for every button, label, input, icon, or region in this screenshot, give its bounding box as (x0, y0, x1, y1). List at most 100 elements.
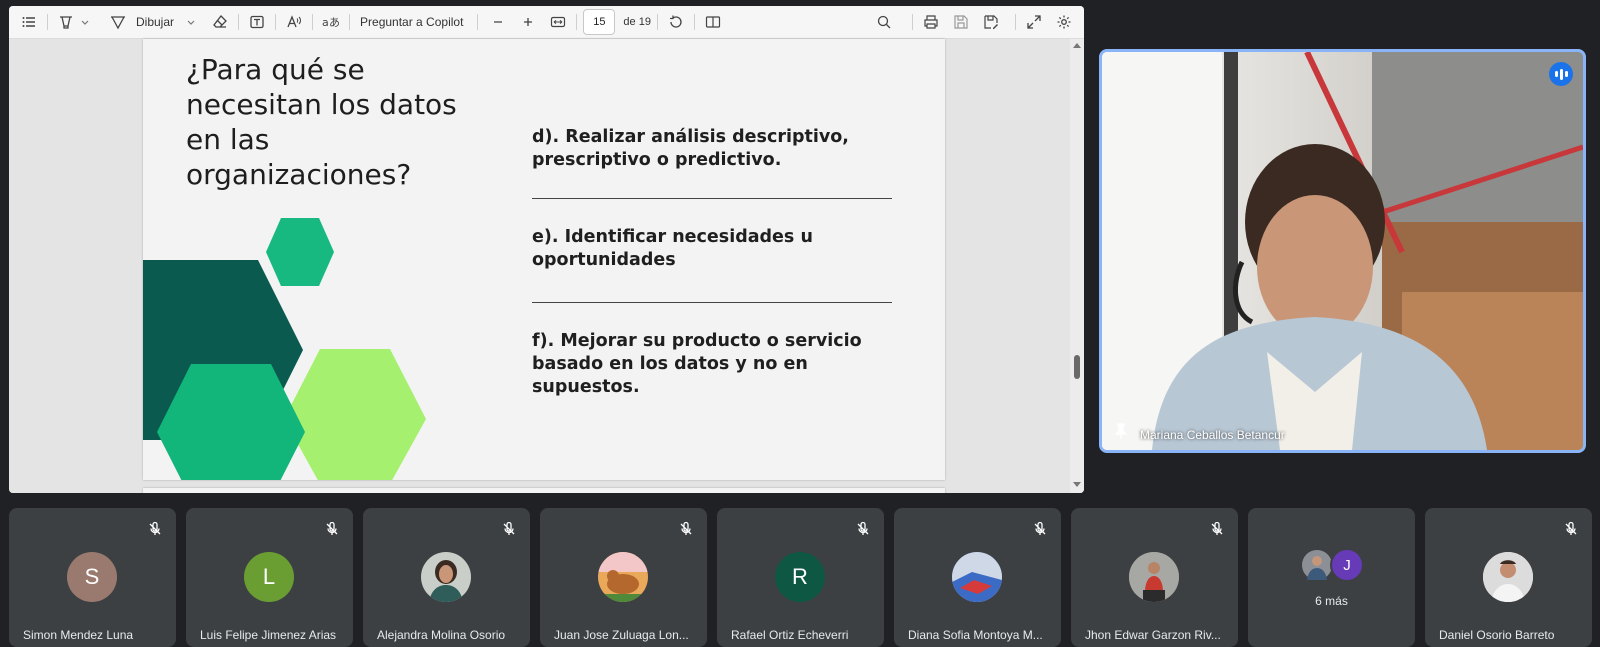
draw-icon[interactable] (106, 10, 130, 34)
avatar-initial: L (262, 564, 276, 589)
participant-name: Rafael Ortiz Echeverri (731, 628, 849, 642)
avatar-initial: S (84, 564, 100, 589)
ask-copilot-button[interactable]: Preguntar a Copilot (360, 15, 463, 29)
avatar-initial: J (1343, 556, 1351, 574)
chevron-down-icon[interactable] (184, 10, 198, 34)
mic-off-icon (856, 521, 870, 541)
more-participants-tile[interactable]: J 6 más (1248, 508, 1415, 647)
pin-icon[interactable] (1114, 423, 1128, 444)
avatar-photo (598, 552, 648, 602)
toolbar-divider (349, 14, 351, 30)
pdf-viewer: Dibujar aあ Preguntar a Copilot 15 de 19 … (9, 6, 1084, 493)
toolbar-divider (693, 14, 695, 30)
more-participants-avatars: J (1300, 548, 1364, 582)
zoom-out-icon[interactable] (486, 10, 510, 34)
participant-tile[interactable]: Jhon Edwar Garzon Riv... (1071, 508, 1238, 647)
avatar: R (775, 552, 825, 602)
contents-icon[interactable] (17, 10, 41, 34)
page-total: de 19 (623, 16, 651, 28)
pdf-document-area[interactable]: ¿Para qué se necesitan los datos en las … (9, 39, 1084, 493)
svg-text:a: a (322, 16, 329, 29)
scroll-down-icon[interactable] (1073, 482, 1081, 487)
save-icon[interactable] (949, 10, 973, 34)
participant-name: Daniel Osorio Barreto (1439, 628, 1555, 642)
mic-off-icon (148, 521, 162, 541)
toolbar-divider (912, 14, 913, 30)
participant-tile[interactable]: Juan Jose Zuluaga Lon... (540, 508, 707, 647)
participant-name: Jhon Edwar Garzon Riv... (1085, 628, 1221, 642)
read-aloud-icon[interactable] (282, 10, 306, 34)
speaking-indicator-icon (1549, 62, 1573, 86)
hexagon-light (284, 349, 426, 480)
speaker-name: Mariana Ceballos Betancur (1140, 428, 1285, 442)
avatar-initial: R (792, 564, 808, 589)
participant-name: Diana Sofia Montoya M... (908, 628, 1043, 642)
pdf-toolbar: Dibujar aあ Preguntar a Copilot 15 de 19 (9, 6, 1084, 39)
avatar: J (1330, 548, 1364, 582)
highlight-icon[interactable] (54, 10, 78, 34)
toolbar-divider (1015, 14, 1016, 30)
toolbar-divider (656, 14, 658, 30)
chevron-down-icon[interactable] (78, 10, 92, 34)
participant-name: Juan Jose Zuluaga Lon... (554, 628, 689, 642)
toolbar-divider (238, 14, 240, 30)
mic-off-icon (1033, 521, 1047, 541)
slide-title: ¿Para qué se necesitan los datos en las … (186, 53, 457, 191)
svg-text:あ: あ (329, 16, 340, 29)
zoom-in-icon[interactable] (516, 10, 540, 34)
page-number-input[interactable]: 15 (583, 9, 616, 35)
participant-name: Alejandra Molina Osorio (377, 628, 506, 642)
avatar-photo (1483, 552, 1533, 602)
toolbar-divider (275, 14, 277, 30)
slide-item-e: e). Identificar necesidades u oportunida… (532, 227, 813, 270)
avatar-photo (952, 552, 1002, 602)
toolbar-divider (477, 14, 479, 30)
translate-icon[interactable]: aあ (319, 10, 343, 34)
avatar: S (67, 552, 117, 602)
hexagon-top (266, 218, 334, 286)
participant-tile[interactable]: L Luis Felipe Jimenez Arias (186, 508, 353, 647)
mic-off-icon (1210, 521, 1224, 541)
scroll-up-icon[interactable] (1073, 43, 1081, 48)
speaker-video-tile[interactable]: Mariana Ceballos Betancur (1099, 49, 1586, 453)
slide-page: ¿Para qué se necesitan los datos en las … (143, 39, 945, 480)
participant-tile[interactable]: Alejandra Molina Osorio (363, 508, 530, 647)
eraser-icon[interactable] (208, 10, 232, 34)
participant-tile[interactable]: Diana Sofia Montoya M... (894, 508, 1061, 647)
draw-button[interactable]: Dibujar (136, 15, 174, 29)
participant-tile[interactable]: S Simon Mendez Luna (9, 508, 176, 647)
speaker-video (1102, 52, 1583, 450)
avatar-photo (1129, 552, 1179, 602)
search-icon[interactable] (872, 10, 896, 34)
mic-off-icon (1564, 521, 1578, 541)
more-participants-label: 6 más (1315, 594, 1348, 608)
participant-tile[interactable]: R Rafael Ortiz Echeverri (717, 508, 884, 647)
print-icon[interactable] (919, 10, 943, 34)
toolbar-divider (312, 14, 314, 30)
rotate-icon[interactable] (664, 10, 688, 34)
participant-name: Simon Mendez Luna (23, 628, 134, 642)
slide-divider (532, 198, 892, 199)
mic-off-icon (679, 521, 693, 541)
toolbar-divider (576, 14, 578, 30)
next-slide-page (143, 488, 945, 493)
avatar-photo (1300, 548, 1334, 582)
fullscreen-icon[interactable] (1022, 10, 1046, 34)
avatar: L (244, 552, 294, 602)
slide-divider (532, 302, 892, 303)
page-view-icon[interactable] (701, 10, 725, 34)
participant-name: Luis Felipe Jimenez Arias (200, 628, 337, 642)
fit-width-icon[interactable] (546, 10, 570, 34)
slide-item-d: d). Realizar análisis descriptivo, presc… (532, 127, 849, 170)
save-as-icon[interactable] (979, 10, 1003, 34)
slide-item-f: f). Mejorar su producto o servicio basad… (532, 331, 862, 397)
settings-icon[interactable] (1052, 10, 1076, 34)
mic-off-icon (502, 521, 516, 541)
avatar-photo (421, 552, 471, 602)
text-box-icon[interactable] (245, 10, 269, 34)
toolbar-divider (47, 14, 48, 30)
participant-tile[interactable]: Daniel Osorio Barreto (1425, 508, 1592, 647)
scrollbar-thumb[interactable] (1074, 355, 1080, 379)
mic-off-icon (325, 521, 339, 541)
vertical-scrollbar[interactable] (1070, 39, 1084, 493)
